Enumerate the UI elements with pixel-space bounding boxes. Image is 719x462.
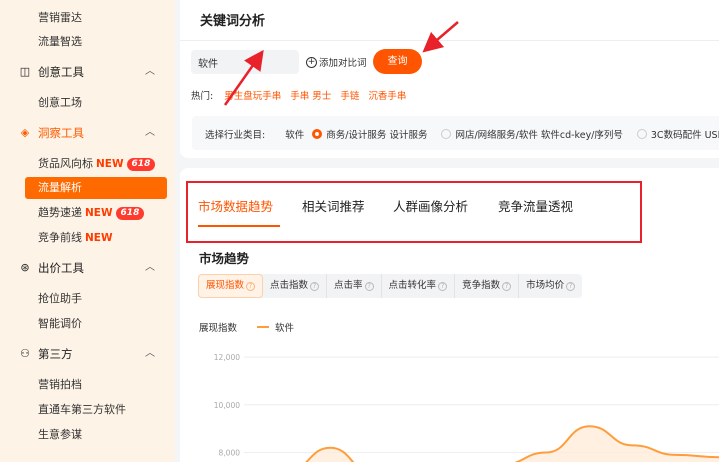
series-area: [244, 426, 719, 462]
y-tick-label: 12,000: [214, 353, 240, 362]
y-tick-label: 8,000: [219, 448, 241, 457]
chart-grid: 12,000 10,000 8,000: [214, 353, 719, 457]
y-tick-label: 10,000: [214, 401, 240, 410]
market-trend-chart: 12,000 10,000 8,000: [214, 353, 719, 462]
